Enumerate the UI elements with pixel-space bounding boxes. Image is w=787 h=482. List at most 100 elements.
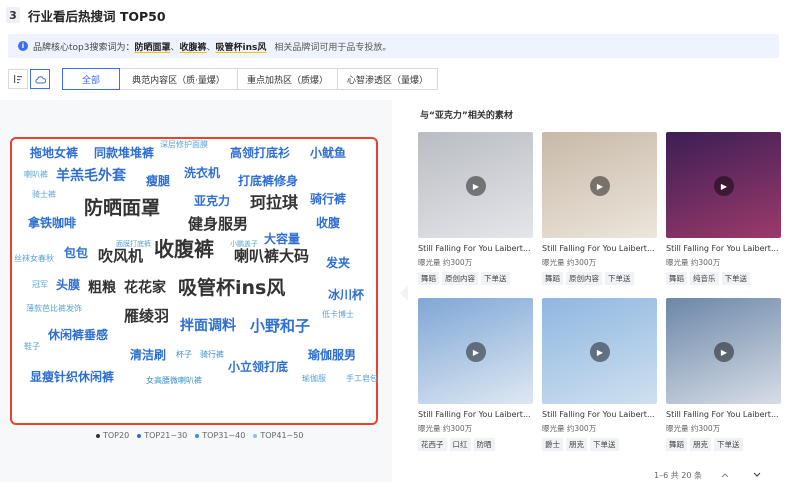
cloud-word[interactable]: 花花家 bbox=[124, 281, 166, 295]
cloud-word[interactable]: 拌面调料 bbox=[180, 319, 236, 333]
card-title[interactable]: Still Falling For You Laibert... bbox=[418, 410, 533, 419]
play-icon[interactable]: ▶ bbox=[590, 342, 610, 362]
cloud-word[interactable]: 休闲裤垂感 bbox=[48, 329, 108, 341]
legend-item: TOP21~30 bbox=[137, 431, 187, 440]
play-icon[interactable]: ▶ bbox=[590, 176, 610, 196]
cloud-word[interactable]: 瑜伽服 bbox=[302, 375, 326, 383]
card-title[interactable]: Still Falling For You Laibert... bbox=[666, 244, 781, 253]
cloud-word[interactable]: 粗粮 bbox=[88, 281, 116, 295]
cloud-word[interactable]: 丝袜女春秋 bbox=[14, 255, 54, 263]
cloud-word[interactable]: 收腹裤 bbox=[154, 239, 214, 259]
card-tag: 下单送 bbox=[721, 272, 750, 285]
card-tag: 爵士 bbox=[542, 438, 563, 451]
cloud-word[interactable]: 骑行裤 bbox=[310, 193, 346, 205]
section-header: 3 行业看后热搜词 TOP50 bbox=[6, 4, 166, 26]
card-title[interactable]: Still Falling For You Laibert... bbox=[418, 244, 533, 253]
material-card[interactable]: ▶ Still Falling For You Laibert... 曝光量 约30… bbox=[418, 132, 533, 285]
cloud-word[interactable]: 小立领打底 bbox=[228, 361, 288, 373]
cloud-word[interactable]: 高领打底衫 bbox=[230, 147, 290, 159]
cloud-word[interactable]: 同款堆堆裤 bbox=[94, 147, 154, 159]
cloud-view-button[interactable] bbox=[30, 69, 50, 89]
cloud-word[interactable]: 深层修护面膜 bbox=[160, 141, 208, 149]
cloud-word[interactable]: 显瘦针织休闲裤 bbox=[30, 371, 114, 383]
cloud-word[interactable]: 收腹 bbox=[316, 217, 340, 229]
cloud-word[interactable]: 冰川杯 bbox=[328, 289, 364, 301]
card-views: 曝光量 约300万 bbox=[542, 424, 597, 433]
video-thumbnail[interactable]: ▶ bbox=[542, 132, 657, 238]
cloud-word[interactable]: 健身服男 bbox=[188, 217, 248, 232]
pagination-text: 1–6 共 20 条 bbox=[654, 470, 702, 480]
filter-all[interactable]: 全部 bbox=[62, 68, 120, 90]
legend-label: TOP21~30 bbox=[144, 431, 188, 440]
cloud-word[interactable]: 吹风机 bbox=[98, 249, 143, 264]
card-tag: 纯音乐 bbox=[690, 272, 719, 285]
cloud-word[interactable]: 发夹 bbox=[326, 257, 350, 269]
video-thumbnail[interactable]: ▶ bbox=[666, 298, 781, 404]
cloud-word[interactable]: 女高腰微喇叭裤 bbox=[146, 377, 202, 385]
prev-page-button[interactable] bbox=[716, 468, 734, 482]
play-icon[interactable]: ▶ bbox=[466, 342, 486, 362]
cloud-word[interactable]: 雁绫羽 bbox=[124, 309, 169, 324]
word-cloud-panel: 拖地女裤 同款堆堆裤 深层修护面膜高领打底衫 小鱿鱼洗衣机 喇叭裤 羊羔毛外套 瘦腿 打底裤修… bbox=[0, 100, 392, 482]
legend-item: TOP41~50 bbox=[253, 431, 303, 440]
material-card[interactable]: ▶ Still Falling For You Laibert... 曝光量 约30… bbox=[542, 298, 657, 451]
cloud-word[interactable]: 小野和子 bbox=[250, 319, 310, 334]
card-title[interactable]: Still Falling For You Laibert... bbox=[542, 410, 657, 419]
filter-heat-zone[interactable]: 重点加热区（质爆） bbox=[238, 68, 338, 90]
info-notice: i 品牌核心top3搜索词为： 防晒面罩 、 收腹裤 、 吸管杯ins风 相关品… bbox=[8, 34, 779, 58]
cloud-word[interactable]: 薄款芭比裤 bbox=[26, 305, 66, 313]
cloud-word[interactable]: 防晒面罩 bbox=[84, 199, 160, 218]
cloud-word[interactable]: 头膜 bbox=[56, 279, 80, 291]
materials-panel: 与“亚克力”相关的素材 ▶ Still Falling For You Laibe… bbox=[408, 100, 787, 482]
cloud-word[interactable]: 骑士裤 bbox=[32, 191, 56, 199]
video-thumbnail[interactable]: ▶ bbox=[666, 132, 781, 238]
play-icon[interactable]: ▶ bbox=[714, 176, 734, 196]
cloud-word[interactable]: 包包 bbox=[64, 247, 88, 259]
legend-item: TOP31~40 bbox=[195, 431, 245, 440]
cloud-word[interactable]: 小鱿鱼 bbox=[310, 147, 346, 159]
info-icon: i bbox=[18, 41, 28, 51]
list-view-button[interactable] bbox=[8, 69, 28, 89]
cloud-word[interactable]: 洗衣机 bbox=[184, 167, 220, 179]
cloud-word[interactable]: 大容量 bbox=[264, 233, 300, 245]
card-title[interactable]: Still Falling For You Laibert... bbox=[542, 244, 657, 253]
cloud-word[interactable]: 珂拉琪 bbox=[250, 195, 298, 211]
cloud-word[interactable]: 喇叭裤大码 bbox=[234, 249, 309, 264]
cloud-word[interactable]: 打底裤修身 bbox=[238, 175, 298, 187]
cloud-word[interactable]: 亚克力 bbox=[194, 195, 230, 207]
cloud-word[interactable]: 拖地女裤 bbox=[30, 147, 78, 159]
video-thumbnail[interactable]: ▶ bbox=[542, 298, 657, 404]
card-tag: 下单送 bbox=[481, 272, 510, 285]
card-tag: 朋克 bbox=[566, 438, 587, 451]
legend-dot bbox=[195, 433, 200, 438]
cloud-word[interactable]: 喇叭裤 bbox=[24, 171, 48, 179]
material-card[interactable]: ▶ Still Falling For You Laibert... 曝光量 约30… bbox=[542, 132, 657, 285]
play-icon[interactable]: ▶ bbox=[714, 342, 734, 362]
cloud-word[interactable]: 羊羔毛外套 bbox=[56, 169, 126, 183]
cloud-word[interactable]: 瑜伽服男 bbox=[308, 349, 356, 361]
cloud-word[interactable]: 杯子 bbox=[176, 351, 192, 359]
cloud-word[interactable]: 清洁刷 bbox=[130, 349, 166, 361]
card-tags: 爵士 朋克 下单送 bbox=[542, 438, 657, 451]
card-tag: 口红 bbox=[449, 438, 471, 451]
card-title[interactable]: Still Falling For You Laibert... bbox=[666, 410, 781, 419]
next-page-button[interactable] bbox=[748, 468, 766, 482]
material-card[interactable]: ▶ Still Falling For You Laibert... 曝光量 约30… bbox=[666, 298, 781, 451]
cloud-word[interactable]: 冠军 bbox=[32, 281, 48, 289]
cloud-word[interactable]: 吸管杯ins风 bbox=[178, 279, 285, 298]
cloud-word[interactable]: 瘦腿 bbox=[146, 175, 170, 187]
material-card[interactable]: ▶ Still Falling For You Laibert... 曝光量 约30… bbox=[418, 298, 533, 451]
cloud-word[interactable]: 发饰 bbox=[66, 305, 82, 313]
filter-model-zone[interactable]: 典范内容区（质·量爆） bbox=[120, 68, 238, 90]
video-thumbnail[interactable]: ▶ bbox=[418, 298, 533, 404]
keyword-separator: 、 bbox=[206, 42, 216, 53]
cloud-word[interactable]: 手工皂包 bbox=[346, 375, 378, 383]
filter-mind-zone[interactable]: 心智渗透区（量爆） bbox=[338, 68, 438, 90]
play-icon[interactable]: ▶ bbox=[466, 176, 486, 196]
cloud-word[interactable]: 骑行裤 bbox=[200, 351, 224, 359]
video-thumbnail[interactable]: ▶ bbox=[418, 132, 533, 238]
cloud-word[interactable]: 鞋子 bbox=[24, 343, 40, 351]
cloud-word[interactable]: 低卡博士 bbox=[322, 311, 354, 319]
cloud-word[interactable]: 拿铁咖啡 bbox=[28, 217, 76, 229]
material-card[interactable]: ▶ Still Falling For You Laibert... 曝光量 约30… bbox=[666, 132, 781, 285]
